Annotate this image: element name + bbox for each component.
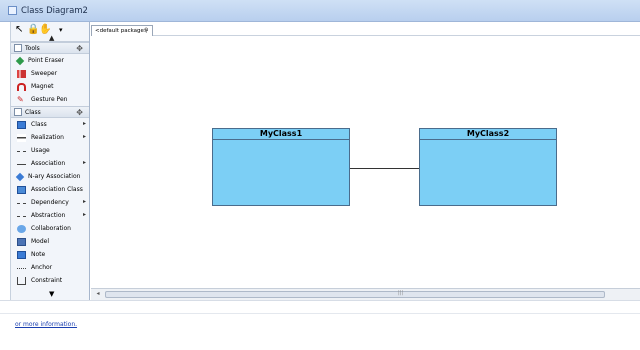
scroll-left-icon[interactable]: ◂ xyxy=(93,290,103,299)
palette-item-usage[interactable]: Usage xyxy=(11,144,89,157)
window-title: Class Diagram2 xyxy=(21,5,88,16)
diagram-icon xyxy=(8,6,17,15)
palette-item-label: Constraint xyxy=(31,277,63,284)
scrollbar-thumb[interactable] xyxy=(105,291,605,298)
submenu-arrow-icon[interactable]: ▸ xyxy=(83,133,86,140)
more-information-link[interactable]: or more information. xyxy=(15,321,77,328)
palette-item-label: Anchor xyxy=(31,264,53,271)
palette-toolbar: ↖ 🔒 ✋ ▾ ▲ xyxy=(11,22,89,42)
note-icon xyxy=(17,250,26,259)
status-area: or more information. xyxy=(0,300,640,350)
collaboration-icon xyxy=(17,224,26,233)
palette-item-label: Magnet xyxy=(31,83,54,90)
association-connector[interactable] xyxy=(350,168,419,169)
palette-item-sweeper[interactable]: Sweeper xyxy=(11,67,89,80)
abstraction-icon xyxy=(17,215,26,220)
tools-group-icon xyxy=(14,44,22,52)
palette-item-label: Model xyxy=(31,238,50,245)
palette-item-n-ary-association[interactable]: N-ary Association xyxy=(11,170,89,183)
diagram-canvas[interactable]: MyClass1 MyClass2 xyxy=(91,36,640,288)
magnet-icon xyxy=(17,82,26,91)
scroll-down-icon[interactable]: ▼ xyxy=(49,290,54,298)
diagram-header: <default package> ⚲ xyxy=(91,22,640,36)
palette-item-label: Class xyxy=(31,121,47,128)
palette-item-collaboration[interactable]: Collaboration xyxy=(11,222,89,235)
tools-group-header[interactable]: Tools ✥ xyxy=(11,42,89,54)
palette-item-dependency[interactable]: Dependency ▸ xyxy=(11,196,89,209)
palette-item-association[interactable]: Association ▸ xyxy=(11,157,89,170)
class-name: MyClass1 xyxy=(213,129,349,140)
submenu-arrow-icon[interactable]: ▸ xyxy=(83,211,86,218)
class-shape-myclass2[interactable]: MyClass2 xyxy=(419,128,557,206)
palette-item-label: Abstraction xyxy=(31,212,66,219)
palette-item-label: Realization xyxy=(31,134,64,141)
pen-icon: ✎ xyxy=(17,94,24,104)
select-arrow-icon[interactable]: ↖ xyxy=(15,25,23,35)
palette-item-magnet[interactable]: Magnet xyxy=(11,80,89,93)
palette-item-gesture-pen[interactable]: ✎ Gesture Pen xyxy=(11,93,89,106)
association-icon xyxy=(17,163,26,168)
class-group-icon xyxy=(14,108,22,116)
palette-item-model[interactable]: Model xyxy=(11,235,89,248)
scrollbar-grip-icon: ||| xyxy=(398,290,404,296)
palette-item-label: Collaboration xyxy=(31,225,71,232)
palette-item-label: N-ary Association xyxy=(28,173,81,180)
horizontal-scrollbar[interactable]: ◂ ||| xyxy=(91,288,640,300)
eraser-icon xyxy=(15,56,25,65)
class-shape-myclass1[interactable]: MyClass1 xyxy=(212,128,350,206)
tools-group-label: Tools xyxy=(25,44,40,52)
palette-item-label: Usage xyxy=(31,147,50,154)
window-titlebar: Class Diagram2 xyxy=(0,0,640,22)
palette-item-label: Sweeper xyxy=(31,70,58,77)
constraint-icon xyxy=(17,276,26,285)
submenu-arrow-icon[interactable]: ▸ xyxy=(83,159,86,166)
scroll-up-icon[interactable]: ▲ xyxy=(49,34,54,42)
association-class-icon xyxy=(17,185,26,194)
palette-item-note[interactable]: Note xyxy=(11,248,89,261)
pin-icon[interactable]: ✥ xyxy=(76,108,83,117)
class-icon xyxy=(17,120,26,129)
pin-icon[interactable]: ✥ xyxy=(76,44,83,53)
palette-item-constraint[interactable]: Constraint xyxy=(11,274,89,287)
palette-item-abstraction[interactable]: Abstraction ▸ xyxy=(11,209,89,222)
palette-item-label: Note xyxy=(31,251,46,258)
palette-item-label: Association Class xyxy=(31,186,83,193)
dropdown-chevron-icon[interactable]: ▾ xyxy=(59,25,63,35)
realization-icon xyxy=(17,133,26,142)
sweeper-icon xyxy=(17,69,26,78)
class-name: MyClass2 xyxy=(420,129,556,140)
dependency-icon xyxy=(17,202,26,207)
palette-item-label: Point Eraser xyxy=(28,57,65,64)
palette-item-point-eraser[interactable]: Point Eraser xyxy=(11,54,89,67)
palette-item-realization[interactable]: Realization ▸ xyxy=(11,131,89,144)
class-group-label: Class xyxy=(25,108,41,116)
submenu-arrow-icon[interactable]: ▸ xyxy=(83,120,86,127)
palette-item-class[interactable]: Class ▸ xyxy=(11,118,89,131)
palette-item-label: Gesture Pen xyxy=(31,96,68,103)
usage-icon xyxy=(17,150,26,155)
submenu-arrow-icon[interactable]: ▸ xyxy=(83,198,86,205)
palette-item-anchor[interactable]: Anchor xyxy=(11,261,89,274)
diagram-palette: ↖ 🔒 ✋ ▾ ▲ Tools ✥ Point Eraser Sweeper M… xyxy=(10,22,90,300)
search-icon[interactable]: ⚲ xyxy=(144,27,148,34)
n-ary-association-icon xyxy=(15,172,25,181)
model-icon xyxy=(17,237,26,246)
palette-item-label: Association xyxy=(31,160,66,167)
palette-item-label: Dependency xyxy=(31,199,69,206)
lock-icon[interactable]: 🔒 xyxy=(27,25,39,35)
palette-item-association-class[interactable]: Association Class xyxy=(11,183,89,196)
anchor-icon xyxy=(17,267,26,272)
divider xyxy=(0,313,640,314)
class-group-header[interactable]: Class ✥ xyxy=(11,106,89,118)
